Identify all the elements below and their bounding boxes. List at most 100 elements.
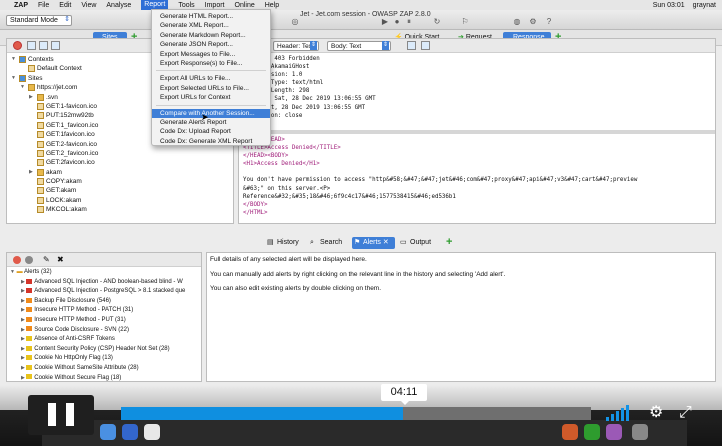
alert-item[interactable]: ▶ Content Security Policy (CSP) Header N… (7, 345, 201, 355)
body-line: </HTML> (243, 209, 268, 216)
app-icon[interactable] (606, 424, 622, 440)
tree-node[interactable]: GET:2favicon.ico (7, 158, 233, 167)
context-icon[interactable] (39, 41, 48, 50)
menu-view[interactable]: View (81, 2, 96, 9)
menu-import[interactable]: Import (205, 2, 225, 9)
body-line: <H1>Access Denied</H1> (243, 161, 320, 168)
trash-icon[interactable] (632, 424, 648, 440)
report-menu-item[interactable]: Generate Alerts Report (152, 118, 270, 127)
menubar-user[interactable]: graynat (693, 2, 716, 9)
response-header-text[interactable]: HTTP/1.1 403 Forbidden Server: AkamaiGHos… (239, 53, 715, 134)
safari-icon[interactable] (144, 424, 160, 440)
menu-tools[interactable]: Tools (178, 2, 194, 9)
gear-icon[interactable]: ⚙ (528, 17, 538, 27)
alert-item[interactable]: ▶ Advanced SQL Injection - PostgreSQL > … (7, 287, 201, 297)
menubar-clock[interactable]: Sun 03:01 (653, 2, 685, 9)
scan-icon[interactable]: ◎ (290, 17, 300, 27)
page-icon (37, 196, 44, 204)
report-menu-item[interactable]: Compare with Another Session... (152, 108, 270, 118)
report-menu-item[interactable]: Code Dx: Upload Report (152, 127, 270, 136)
tree-node[interactable]: GET:2_favicon.ico (7, 149, 233, 158)
response-body-text[interactable]: <HTML><HEAD><TITLE>Access Denied</TITLE>… (239, 134, 715, 219)
menu-edit[interactable]: Edit (59, 2, 71, 9)
body-line: <HTML><HEAD> (243, 136, 711, 144)
report-menu-item[interactable]: Export Response(s) to File... (152, 59, 270, 68)
video-progress-track[interactable] (121, 407, 591, 420)
step-icon[interactable]: ↻ (432, 17, 442, 27)
scope-icon[interactable] (51, 41, 60, 50)
stop-icon[interactable]: ● (392, 17, 402, 27)
tree-node[interactable]: COPY:akam (7, 177, 233, 186)
menu-zap[interactable]: ZAP (14, 2, 28, 9)
globe-icon[interactable]: ◍ (512, 17, 522, 27)
alert-item[interactable]: ▶ Insecure HTTP Method - PATCH (31) (7, 306, 201, 316)
view-icon[interactable] (27, 41, 36, 50)
alert-item[interactable]: ▶ Backup File Disclosure (546) (7, 297, 201, 307)
stop-icon[interactable] (13, 256, 21, 264)
split-view-icon[interactable] (407, 41, 416, 50)
play-icon[interactable]: ▶ (380, 17, 390, 27)
expand-icon[interactable]: ▶ (29, 93, 33, 102)
alert-item[interactable]: ▶ Cookie Without Secure Flag (18) (7, 374, 201, 381)
help-icon[interactable]: ? (544, 17, 554, 27)
report-menu-item[interactable]: Export All URLs to File... (152, 74, 270, 83)
collapse-icon[interactable]: ▼ (11, 74, 16, 83)
tree-node[interactable]: LOCK:akam (7, 196, 233, 205)
expand-icon[interactable]: ▶ (29, 168, 33, 177)
menu-file[interactable]: File (38, 2, 49, 9)
alert-item[interactable]: ▶ Source Code Disclosure - SVN (22) (7, 326, 201, 336)
alert-item[interactable]: ▶ Advanced SQL Injection - AND boolean-b… (7, 278, 201, 288)
menu-help[interactable]: Help (265, 2, 279, 9)
collapse-icon[interactable]: ▼ (11, 55, 16, 64)
report-menu-item[interactable]: Code Dx: Generate XML Report (152, 137, 270, 146)
fullscreen-icon[interactable]: ⤢ (679, 404, 692, 422)
tabs-view-icon[interactable] (421, 41, 430, 50)
alert-item-label: Cookie Without Secure Flag (18) (34, 374, 122, 381)
flag-icon (26, 307, 33, 313)
menu-analyse[interactable]: Analyse (106, 2, 131, 9)
filter-icon[interactable] (25, 256, 33, 264)
flag-icon (26, 374, 33, 380)
tree-node[interactable]: MKCOL:akam (7, 205, 233, 214)
tab-alerts[interactable]: ⚑ Alerts ✕ (352, 237, 395, 249)
alert-item[interactable]: ▶ Cookie Without SameSite Attribute (28) (7, 364, 201, 374)
alert-item[interactable]: ▶ Cookie No HttpOnly Flag (13) (7, 354, 201, 364)
page-icon (37, 187, 44, 195)
launchpad-icon[interactable] (122, 424, 138, 440)
finder-icon[interactable] (100, 424, 116, 440)
filter-icon[interactable]: ⚐ (460, 17, 470, 27)
report-menu-item[interactable]: Export Selected URLs to File... (152, 84, 270, 93)
delete-icon[interactable]: ✖ (57, 255, 64, 264)
report-menu-item[interactable]: Generate Markdown Report... (152, 31, 270, 40)
pause-button[interactable] (28, 395, 94, 435)
settings-gear-icon[interactable]: ⚙ (649, 404, 663, 422)
report-menu-item[interactable]: Export Messages to File... (152, 50, 270, 59)
tree-node[interactable]: GET:akam (7, 186, 233, 195)
tab-history[interactable]: ▤ History (266, 237, 299, 249)
header-view-select[interactable]: Header: Text (273, 41, 319, 51)
add-tab-icon[interactable]: + (446, 237, 452, 248)
edit-icon[interactable]: ✎ (43, 255, 50, 264)
report-menu-item[interactable]: Export URLs for Context (152, 93, 270, 102)
pause-icon[interactable]: ⏸ (404, 17, 414, 27)
report-menu-item[interactable]: Generate JSON Report... (152, 40, 270, 49)
mode-select[interactable]: Standard Mode (6, 15, 72, 26)
close-icon[interactable]: ✕ (383, 239, 389, 246)
alerts-root-label: Alerts (32) (23, 269, 52, 275)
app-icon[interactable] (562, 424, 578, 440)
app-icon[interactable] (584, 424, 600, 440)
body-view-select[interactable]: Body: Text (327, 41, 391, 51)
report-menu-item[interactable]: Generate HTML Report... (152, 12, 270, 21)
alert-item[interactable]: ▶ Insecure HTTP Method - PUT (31) (7, 316, 201, 326)
volume-icon[interactable] (606, 405, 636, 421)
stop-record-icon[interactable] (13, 41, 22, 50)
tab-search[interactable]: ⌕ Search (309, 237, 342, 249)
tab-output[interactable]: ▭ Output (399, 237, 431, 249)
collapse-icon[interactable]: ▼ (20, 83, 25, 92)
folder-icon (28, 84, 35, 92)
report-menu-item[interactable]: Generate XML Report... (152, 21, 270, 30)
menu-online[interactable]: Online (235, 2, 255, 9)
alert-item[interactable]: ▶ Absence of Anti-CSRF Tokens (7, 335, 201, 345)
alerts-root[interactable]: ▼ ▬ Alerts (32) (7, 268, 201, 278)
tree-node[interactable]: ▶ akam (7, 168, 233, 177)
